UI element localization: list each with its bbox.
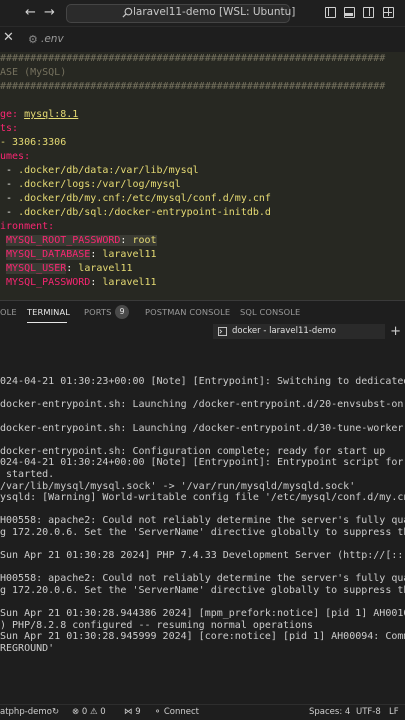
ports-count-badge: 9 [115, 305, 129, 319]
terminal-header: docker - laravel11-demo + [0, 324, 405, 340]
code-line: ########################################… [0, 81, 386, 92]
active-tab-indicator [27, 322, 67, 323]
terminal-line: REGROUND' [0, 643, 55, 654]
code-line-image: ge: mysql:8.1 [0, 108, 78, 122]
terminal-line: Sun Apr 21 01:30:28 2024] PHP 7.4.33 Dev… [0, 550, 405, 562]
ports-indicator[interactable]: ⋈ 9 [124, 707, 141, 717]
terminal-line: g 172.20.0.6. Set the 'ServerName' direc… [0, 527, 405, 538]
toggle-secondary-sidebar-icon[interactable] [363, 7, 374, 18]
terminal-line: started. [0, 469, 55, 480]
yaml-key: ironment: [0, 221, 55, 232]
code-line-port-item: - 3306:3306 [0, 136, 66, 150]
terminal-line: Sun Apr 21 01:30:28.944386 2024] [mpm_pr… [0, 608, 405, 620]
code-line-volume-item: - .docker/db/data:/var/lib/mysql [0, 165, 199, 176]
code-line-volume-item: - .docker/logs:/var/log/mysql [0, 179, 181, 190]
error-count: 0 [81, 707, 88, 717]
search-icon [122, 7, 133, 18]
yaml-value: .docker/db/data:/var/lib/mysql [18, 165, 199, 176]
ports-count: 9 [135, 707, 141, 717]
code-line-env-item: MYSQL_USER: laravel11 [6, 263, 133, 274]
eol-indicator[interactable]: LF [389, 707, 399, 717]
warning-count: 0 [100, 707, 106, 717]
terminal-line: /var/lib/mysql/mysql.sock' -> '/var/run/… [0, 480, 356, 492]
yaml-value: - 3306:3306 [0, 137, 67, 148]
env-value: laravel11 [78, 263, 133, 274]
code-line-ports: ts: [0, 122, 18, 136]
terminal-line: docker-entrypoint.sh: Launching /docker-… [0, 422, 405, 434]
indentation-indicator[interactable]: Spaces: 4 [309, 707, 350, 717]
error-icon: ⊗ [72, 707, 80, 717]
editor-tab-bar: ✕ ⚙ .env [0, 27, 405, 52]
gear-icon: ⚙ [28, 33, 38, 46]
connect-indicator[interactable]: ⚬ Connect [154, 707, 199, 717]
terminal-line: ysqld: [Warning] World-writable config f… [0, 492, 405, 504]
yaml-value: mysql:8.1 [24, 109, 79, 120]
plug-icon: ⚬ [154, 707, 162, 717]
branch-name: atphp-demo [0, 707, 52, 717]
toggle-primary-sidebar-icon[interactable] [325, 7, 336, 18]
tab-ports[interactable]: PORTS [84, 307, 112, 317]
connect-label: Connect [163, 707, 199, 717]
branch-indicator[interactable]: atphp-demo [0, 707, 52, 717]
tab-sql-console[interactable]: SQL CONSOLE [240, 307, 300, 317]
panel-tab-bar: OLE TERMINAL PORTS 9 POSTMAN CONSOLE SQL… [0, 300, 405, 324]
command-center-search[interactable]: laravel11-demo [WSL: Ubuntu] [66, 4, 295, 23]
tab-debug-console[interactable]: OLE [0, 307, 17, 317]
add-terminal-icon[interactable]: + [390, 324, 401, 339]
terminal-line: docker-entrypoint.sh: Launching /docker-… [0, 399, 405, 411]
terminal-line: Sun Apr 21 01:30:28.945999 2024] [core:n… [0, 631, 405, 643]
warning-icon: ⚠ [89, 707, 98, 717]
terminal-line: g 172.20.0.6. Set the 'ServerName' direc… [0, 585, 405, 596]
toggle-panel-icon[interactable] [344, 7, 355, 18]
search-text: laravel11-demo [WSL: Ubuntu] [133, 6, 296, 18]
tab-terminal[interactable]: TERMINAL [27, 307, 70, 317]
tab-env[interactable]: ⚙ .env [26, 27, 90, 52]
arrow-right-icon[interactable]: → [44, 5, 55, 20]
yaml-value: .docker/db/my.cnf:/etc/mysql/conf.d/my.c… [18, 193, 271, 204]
terminal-line: 024-04-21 01:30:24+00:00 [Note] [Entrypo… [0, 457, 404, 469]
env-value: laravel11 [102, 249, 157, 260]
yaml-key: ts: [0, 123, 19, 134]
terminal-line: docker-entrypoint.sh: Configuration comp… [0, 445, 386, 457]
terminal-line: ) PHP/8.2.8 configured -- resuming norma… [0, 619, 314, 631]
env-value: laravel11 [102, 277, 157, 288]
code-line-volume-item: - .docker/db/my.cnf:/etc/mysql/conf.d/my… [0, 193, 271, 204]
env-key: MYSQL_DATABASE [6, 249, 91, 260]
terminal-line: H00558: apache2: Could not reliably dete… [0, 515, 405, 527]
close-icon[interactable]: ✕ [3, 30, 14, 45]
encoding-indicator[interactable]: UTF-8 [356, 707, 381, 717]
code-line-volume-item: - .docker/db/sql:/docker-entrypoint-init… [0, 207, 271, 218]
terminal-instance-name: docker - laravel11-demo [232, 326, 336, 336]
env-key: MYSQL_USER [6, 263, 67, 274]
code-line-env-item: MYSQL_PASSWORD: laravel11 [6, 277, 157, 288]
sync-icon[interactable]: ↻ [52, 707, 59, 717]
ports-icon: ⋈ [124, 707, 133, 717]
env-value: root [132, 235, 157, 246]
tab-postman-console[interactable]: POSTMAN CONSOLE [145, 307, 230, 317]
code-line-env-item: MYSQL_ROOT_PASSWORD: root [6, 235, 157, 246]
code-line-environment: ironment: [0, 220, 54, 234]
yaml-key: ge: [0, 109, 19, 120]
env-key: MYSQL_PASSWORD [6, 277, 91, 288]
code-line: ########################################… [0, 53, 386, 64]
code-line: ASE (MySQL) [0, 67, 67, 78]
terminal-instance-selector[interactable]: docker - laravel11-demo [213, 324, 385, 339]
yaml-value: .docker/db/sql:/docker-entrypoint-initdb… [18, 207, 271, 218]
title-bar: ← → laravel11-demo [WSL: Ubuntu] [0, 0, 405, 27]
code-editor[interactable]: ########################################… [0, 52, 405, 300]
terminal-icon [218, 327, 227, 336]
terminal-output[interactable]: 024-04-21 01:30:23+00:00 [Note] [Entrypo… [0, 340, 405, 704]
tab-label: .env [41, 33, 64, 45]
yaml-key: umes: [0, 151, 31, 162]
problems-indicator[interactable]: ⊗ 0 ⚠ 0 [72, 707, 106, 717]
arrow-left-icon[interactable]: ← [25, 5, 36, 20]
customize-layout-icon[interactable] [383, 7, 394, 18]
code-line-volumes: umes: [0, 150, 30, 164]
status-bar: atphp-demo ↻ ⊗ 0 ⚠ 0 ⋈ 9 ⚬ Connect Space… [0, 704, 405, 720]
env-key: MYSQL_ROOT_PASSWORD [6, 235, 121, 246]
terminal-line: 024-04-21 01:30:23+00:00 [Note] [Entrypo… [0, 376, 405, 388]
terminal-line: H00558: apache2: Could not reliably dete… [0, 573, 405, 585]
yaml-value: .docker/logs:/var/log/mysql [18, 179, 181, 190]
code-line-env-item: MYSQL_DATABASE: laravel11 [6, 249, 157, 260]
